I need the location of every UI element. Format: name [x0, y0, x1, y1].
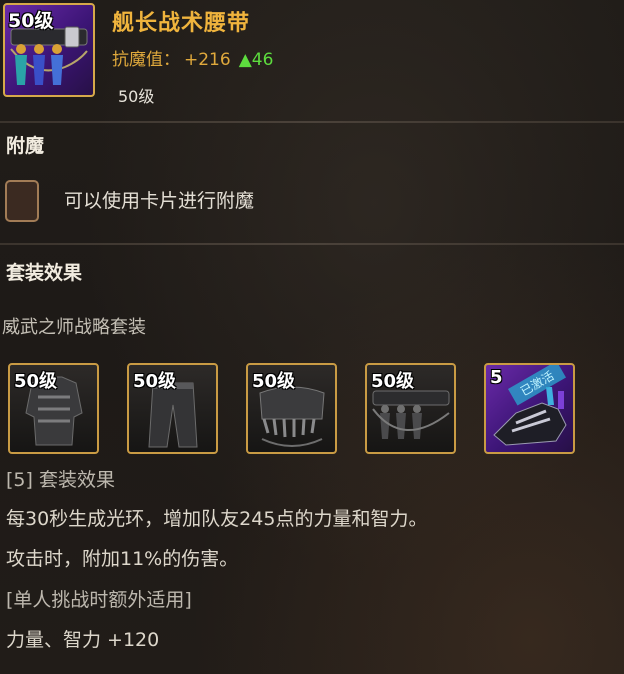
set-effect-line: 攻击时，附加11%的伤害。	[6, 548, 239, 570]
stat-value: +216	[184, 50, 231, 70]
divider	[0, 121, 624, 123]
set-piece-level: 50级	[133, 371, 177, 392]
set-piece-coat[interactable]: 50级	[8, 363, 99, 454]
enchant-hint: 可以使用卡片进行附魔	[64, 190, 255, 212]
set-effect-title: 套装效果	[6, 262, 83, 284]
set-piece-shoulder[interactable]: 50级	[246, 363, 337, 454]
set-effect-line: [单人挑战时额外适用]	[6, 589, 192, 611]
set-effect-line: 每30秒生成光环，增加队友245点的力量和智力。	[6, 508, 428, 530]
set-piece-level: 50级	[371, 371, 415, 392]
required-level: 50级	[118, 87, 155, 106]
set-piece-level: 5	[490, 367, 503, 388]
item-level-tag: 50级	[8, 10, 54, 32]
set-name: 威武之师战略套装	[2, 317, 146, 338]
set-effect-header: [5] 套装效果	[6, 469, 115, 491]
stat-label: 抗魔值：	[112, 50, 180, 70]
set-piece-level: 50级	[14, 371, 58, 392]
stat-line: 抗魔值： +216 ▲46	[112, 45, 273, 70]
stat-up-value: 46	[251, 50, 274, 70]
set-piece-level: 50级	[252, 371, 296, 392]
set-piece-belt[interactable]: 50级	[365, 363, 456, 454]
set-piece-pants[interactable]: 50级	[127, 363, 218, 454]
divider	[0, 243, 624, 245]
belt-icon[interactable]: 50级	[3, 3, 95, 97]
item-name: 舰长战术腰带	[112, 11, 251, 36]
enchant-title: 附魔	[6, 135, 45, 157]
set-effect-line: 力量、智力 +120	[6, 629, 160, 651]
stat-up-icon: ▲	[238, 50, 252, 70]
item-tooltip: 50级 舰长战术腰带 抗魔值： +216 ▲46 50级 附魔 可以使用卡片进行附魔…	[0, 0, 624, 674]
card-slot-icon[interactable]	[5, 180, 39, 222]
set-piece-shoes[interactable]: 5 已激活	[484, 363, 575, 454]
